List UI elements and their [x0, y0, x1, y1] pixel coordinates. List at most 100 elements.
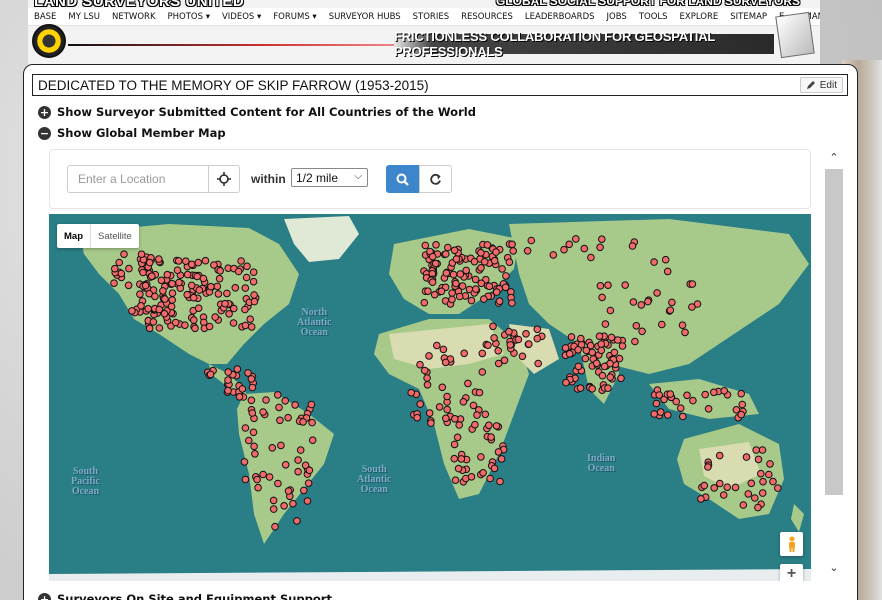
- member-marker[interactable]: [494, 359, 503, 368]
- member-marker[interactable]: [175, 278, 183, 287]
- member-marker[interactable]: [115, 258, 123, 267]
- member-marker[interactable]: [305, 466, 314, 475]
- member-marker[interactable]: [431, 259, 440, 268]
- member-marker[interactable]: [291, 401, 299, 409]
- member-marker[interactable]: [259, 408, 267, 416]
- search-button[interactable]: [386, 165, 419, 193]
- member-marker[interactable]: [471, 420, 479, 429]
- member-marker[interactable]: [235, 393, 244, 401]
- member-marker[interactable]: [241, 475, 250, 484]
- member-marker[interactable]: [246, 315, 254, 323]
- member-marker[interactable]: [432, 241, 440, 249]
- member-marker[interactable]: [650, 258, 658, 266]
- logo-icon[interactable]: [32, 24, 66, 58]
- nav-item[interactable]: TOOLS: [633, 12, 674, 22]
- member-marker[interactable]: [182, 257, 190, 266]
- nav-item[interactable]: LEADERBOARDS: [519, 12, 601, 22]
- member-marker[interactable]: [631, 337, 639, 346]
- member-marker[interactable]: [251, 450, 259, 458]
- member-marker[interactable]: [505, 327, 513, 336]
- location-input[interactable]: Enter a Location: [67, 165, 209, 193]
- member-marker[interactable]: [494, 448, 503, 456]
- member-marker[interactable]: [249, 268, 258, 277]
- member-marker[interactable]: [628, 242, 637, 250]
- member-marker[interactable]: [658, 320, 666, 329]
- member-marker[interactable]: [477, 249, 485, 257]
- member-marker[interactable]: [497, 455, 506, 463]
- member-marker[interactable]: [514, 335, 523, 344]
- member-marker[interactable]: [606, 306, 615, 315]
- member-marker[interactable]: [424, 287, 432, 295]
- member-marker[interactable]: [111, 264, 119, 273]
- member-marker[interactable]: [652, 399, 661, 408]
- member-marker[interactable]: [215, 274, 224, 283]
- member-marker[interactable]: [145, 324, 154, 333]
- member-marker[interactable]: [715, 451, 724, 460]
- member-marker[interactable]: [443, 392, 451, 401]
- member-marker[interactable]: [462, 266, 471, 275]
- member-marker[interactable]: [467, 473, 476, 481]
- member-marker[interactable]: [428, 278, 437, 286]
- member-marker[interactable]: [747, 479, 756, 488]
- member-marker[interactable]: [145, 258, 154, 267]
- member-marker[interactable]: [496, 477, 504, 486]
- member-marker[interactable]: [508, 299, 516, 307]
- member-marker[interactable]: [485, 282, 494, 291]
- member-marker[interactable]: [490, 464, 499, 473]
- member-marker[interactable]: [700, 481, 709, 490]
- member-marker[interactable]: [455, 292, 464, 301]
- member-marker[interactable]: [754, 455, 763, 464]
- nav-item[interactable]: NETWORK: [106, 12, 162, 22]
- member-marker[interactable]: [221, 299, 229, 308]
- member-marker[interactable]: [233, 365, 242, 373]
- member-marker[interactable]: [416, 360, 424, 369]
- member-marker[interactable]: [141, 281, 150, 290]
- member-marker[interactable]: [479, 468, 487, 477]
- member-marker[interactable]: [498, 265, 506, 273]
- member-marker[interactable]: [668, 298, 676, 307]
- member-marker[interactable]: [597, 340, 606, 348]
- member-marker[interactable]: [464, 379, 472, 388]
- member-marker[interactable]: [502, 272, 510, 280]
- member-marker[interactable]: [159, 287, 167, 295]
- member-marker[interactable]: [189, 293, 198, 302]
- member-marker[interactable]: [615, 354, 624, 363]
- member-marker[interactable]: [450, 440, 459, 449]
- member-marker[interactable]: [443, 405, 452, 414]
- member-marker[interactable]: [274, 391, 282, 399]
- member-marker[interactable]: [284, 487, 293, 495]
- member-marker[interactable]: [454, 464, 463, 473]
- member-marker[interactable]: [230, 304, 238, 313]
- member-marker[interactable]: [580, 244, 589, 253]
- member-marker[interactable]: [731, 483, 740, 492]
- member-marker[interactable]: [148, 272, 156, 281]
- member-marker[interactable]: [457, 455, 466, 463]
- chevron-down-icon[interactable]: ⌄: [827, 561, 841, 575]
- member-marker[interactable]: [604, 384, 612, 392]
- member-marker[interactable]: [663, 267, 672, 276]
- member-marker[interactable]: [592, 359, 601, 368]
- member-marker[interactable]: [600, 362, 609, 371]
- member-marker[interactable]: [485, 421, 493, 430]
- member-marker[interactable]: [195, 286, 204, 294]
- member-marker[interactable]: [455, 421, 464, 429]
- member-marker[interactable]: [719, 491, 728, 499]
- member-marker[interactable]: [533, 325, 542, 334]
- member-marker[interactable]: [225, 310, 233, 318]
- edit-button[interactable]: Edit: [799, 77, 843, 93]
- member-marker[interactable]: [618, 342, 627, 350]
- member-marker[interactable]: [492, 288, 501, 296]
- member-marker[interactable]: [477, 453, 485, 461]
- member-marker[interactable]: [262, 396, 270, 404]
- member-marker[interactable]: [752, 446, 761, 454]
- member-marker[interactable]: [183, 270, 192, 279]
- member-marker[interactable]: [632, 322, 641, 330]
- member-marker[interactable]: [284, 413, 292, 422]
- member-marker[interactable]: [271, 522, 279, 531]
- nav-item[interactable]: FORUMS ▾: [267, 12, 322, 22]
- member-marker[interactable]: [565, 350, 574, 358]
- member-marker[interactable]: [250, 291, 258, 299]
- member-marker[interactable]: [598, 371, 607, 380]
- member-marker[interactable]: [701, 390, 710, 399]
- member-marker[interactable]: [206, 370, 215, 379]
